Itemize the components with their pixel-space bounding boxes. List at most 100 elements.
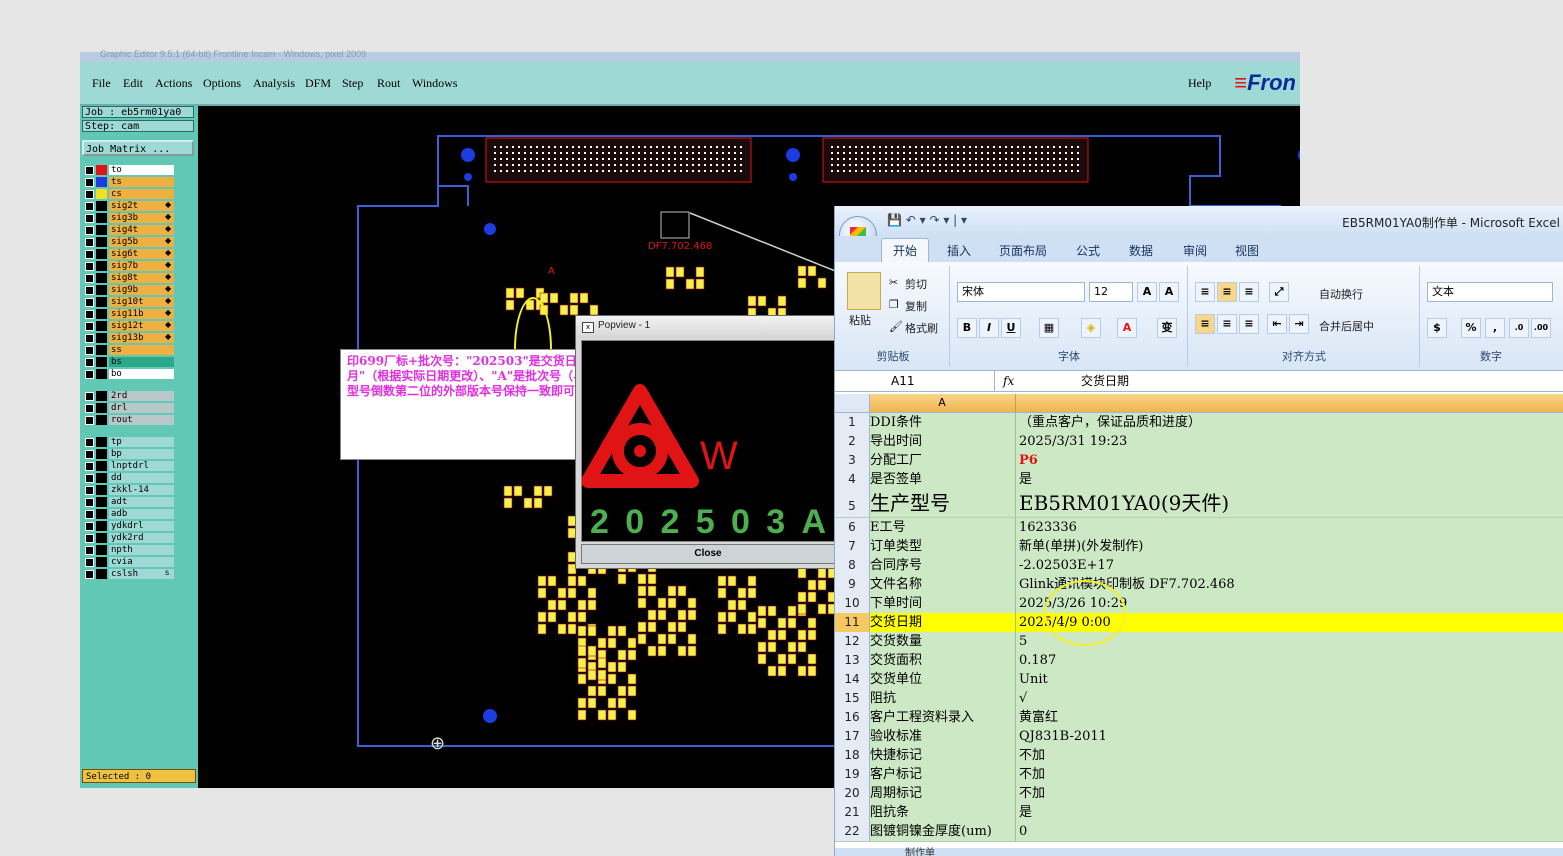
table-row[interactable]: 1 DDI条件 （重点客户，保证品质和进度）: [835, 413, 1563, 433]
cell-field[interactable]: 客户标记: [870, 765, 1016, 784]
orientation-icon[interactable]: ⤢: [1269, 282, 1289, 302]
layer-row[interactable]: sig6t ◆: [83, 248, 195, 260]
layer-name[interactable]: bs: [109, 357, 174, 367]
tab-review[interactable]: 审阅: [1183, 242, 1207, 259]
cell-field[interactable]: 交货日期: [870, 613, 1016, 632]
select-all-corner[interactable]: [835, 394, 870, 412]
layer-checkbox[interactable]: [85, 510, 94, 519]
layer-checkbox[interactable]: [85, 546, 94, 555]
menu-help[interactable]: Help: [1188, 76, 1211, 91]
layer-row[interactable]: to: [83, 165, 195, 176]
table-row[interactable]: 13 交货面积 0.187: [835, 651, 1563, 671]
layer-color-swatch[interactable]: [96, 345, 107, 355]
table-row[interactable]: 3 分配工厂 P6: [835, 451, 1563, 471]
cell-field[interactable]: E工号: [870, 518, 1016, 537]
formula-input[interactable]: 交货日期: [1081, 371, 1129, 391]
layer-row[interactable]: rout: [83, 415, 195, 426]
layer-row[interactable]: adb: [83, 509, 195, 520]
row-number[interactable]: 8: [835, 556, 870, 575]
cell-field[interactable]: 图镀铜镍金厚度(um): [870, 822, 1016, 841]
layer-checkbox[interactable]: [85, 286, 94, 295]
layer-checkbox[interactable]: [85, 178, 94, 187]
layer-name[interactable]: adb: [109, 509, 174, 519]
layer-checkbox[interactable]: [85, 346, 94, 355]
cell-field[interactable]: 订单类型: [870, 537, 1016, 556]
popview-viewport[interactable]: W 202503A: [581, 340, 835, 542]
layer-checkbox[interactable]: [85, 462, 94, 471]
cell-field[interactable]: 阻抗: [870, 689, 1016, 708]
layer-checkbox[interactable]: [85, 238, 94, 247]
table-row[interactable]: 4 是否签单是: [835, 470, 1563, 490]
align-middle-icon[interactable]: ≡: [1217, 282, 1237, 302]
cell-field[interactable]: 是否签单: [870, 470, 1016, 489]
cell-field[interactable]: 阻抗条: [870, 803, 1016, 822]
layer-color-swatch[interactable]: [96, 461, 107, 471]
row-number[interactable]: 18: [835, 746, 870, 765]
layer-row[interactable]: 2rd: [83, 391, 195, 402]
layer-row[interactable]: sig10t ◆: [83, 296, 195, 308]
layer-checkbox[interactable]: [85, 522, 94, 531]
cell-value[interactable]: 不加: [1019, 784, 1563, 803]
layer-name[interactable]: lnptdrl: [109, 461, 174, 471]
layer-color-swatch[interactable]: [96, 545, 107, 555]
layer-row[interactable]: cslsh s: [83, 568, 195, 580]
layer-checkbox[interactable]: [85, 486, 94, 495]
layer-name[interactable]: rout: [109, 415, 174, 425]
menu-rout[interactable]: Rout: [377, 76, 400, 91]
layer-checkbox[interactable]: [85, 404, 94, 413]
cut-button[interactable]: 剪切: [905, 276, 927, 292]
layer-row[interactable]: zkkl-14: [83, 485, 195, 496]
layer-color-swatch[interactable]: [96, 357, 107, 367]
menu-windows[interactable]: Windows: [412, 76, 458, 91]
layer-name[interactable]: ydkdrl: [109, 521, 174, 531]
cell-field[interactable]: 快捷标记: [870, 746, 1016, 765]
shrink-font-icon[interactable]: A: [1159, 282, 1179, 302]
table-row[interactable]: 18 快捷标记 不加: [835, 746, 1563, 766]
paste-icon[interactable]: [847, 272, 881, 310]
layer-checkbox[interactable]: [85, 498, 94, 507]
row-number[interactable]: 22: [835, 822, 870, 841]
row-number[interactable]: 6: [835, 518, 870, 537]
layer-color-swatch[interactable]: [96, 509, 107, 519]
layer-color-swatch[interactable]: [96, 261, 107, 271]
italic-icon[interactable]: I: [979, 318, 999, 338]
row-number[interactable]: 17: [835, 727, 870, 746]
row-number[interactable]: 19: [835, 765, 870, 784]
layer-row[interactable]: sig13b ◆: [83, 332, 195, 344]
layer-name[interactable]: adt: [109, 497, 174, 507]
currency-icon[interactable]: $: [1427, 318, 1447, 338]
tab-insert[interactable]: 插入: [947, 242, 971, 259]
layer-color-swatch[interactable]: [96, 225, 107, 235]
cell-value[interactable]: （重点客户，保证品质和进度）: [1019, 413, 1563, 432]
layer-checkbox[interactable]: [85, 226, 94, 235]
align-bottom-icon[interactable]: ≡: [1239, 282, 1259, 302]
table-row[interactable]: 10 下单时间 2025/3/26 10:29: [835, 594, 1563, 614]
layer-row[interactable]: lnptdrl: [83, 461, 195, 472]
layer-color-swatch[interactable]: [96, 521, 107, 531]
cell-field[interactable]: 验收标准: [870, 727, 1016, 746]
layer-checkbox[interactable]: [85, 474, 94, 483]
layer-row[interactable]: sig3b ◆: [83, 212, 195, 224]
table-row[interactable]: 6 E工号 1623336: [835, 518, 1563, 538]
layer-checkbox[interactable]: [85, 534, 94, 543]
layer-checkbox[interactable]: [85, 262, 94, 271]
align-right-icon[interactable]: ≡: [1239, 314, 1259, 334]
cell-value[interactable]: 0: [1019, 822, 1563, 841]
layer-row[interactable]: tp: [83, 437, 195, 448]
row-number[interactable]: 3: [835, 451, 870, 470]
cell-value[interactable]: 黄富红: [1019, 708, 1563, 727]
table-row[interactable]: 14 交货单位 Unit: [835, 670, 1563, 690]
paste-button[interactable]: 粘贴: [849, 312, 871, 328]
indent-decrease-icon[interactable]: ⇤: [1267, 314, 1287, 334]
cell-field[interactable]: 交货单位: [870, 670, 1016, 689]
cell-value[interactable]: EB5RM01YA0(9天件): [1019, 489, 1563, 517]
menu-analysis[interactable]: Analysis: [253, 76, 295, 91]
fx-icon[interactable]: fx: [1003, 371, 1014, 391]
align-top-icon[interactable]: ≡: [1195, 282, 1215, 302]
font-name-box[interactable]: 宋体: [957, 282, 1085, 302]
layer-color-swatch[interactable]: [96, 473, 107, 483]
fill-color-icon[interactable]: ◈: [1081, 318, 1101, 338]
row-number[interactable]: 7: [835, 537, 870, 556]
cell-field[interactable]: 周期标记: [870, 784, 1016, 803]
table-row[interactable]: 16 客户工程资料录入 黄富红: [835, 708, 1563, 728]
